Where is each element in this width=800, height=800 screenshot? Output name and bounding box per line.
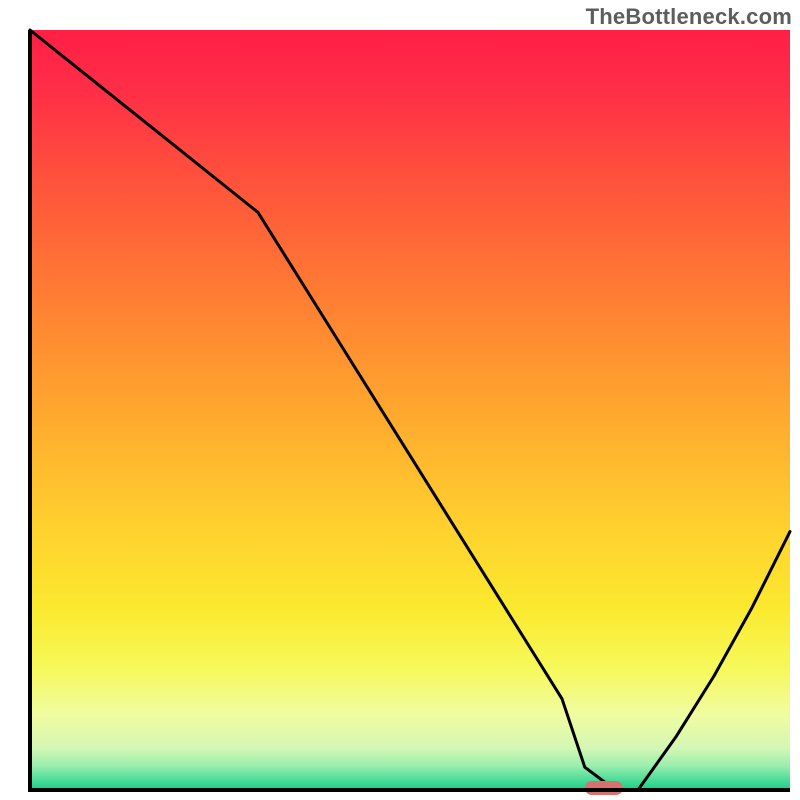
gradient-background	[30, 30, 790, 790]
plot-area	[30, 30, 790, 795]
chart-svg	[0, 0, 800, 800]
brand-watermark: TheBottleneck.com	[586, 4, 792, 30]
chart-container: TheBottleneck.com	[0, 0, 800, 800]
